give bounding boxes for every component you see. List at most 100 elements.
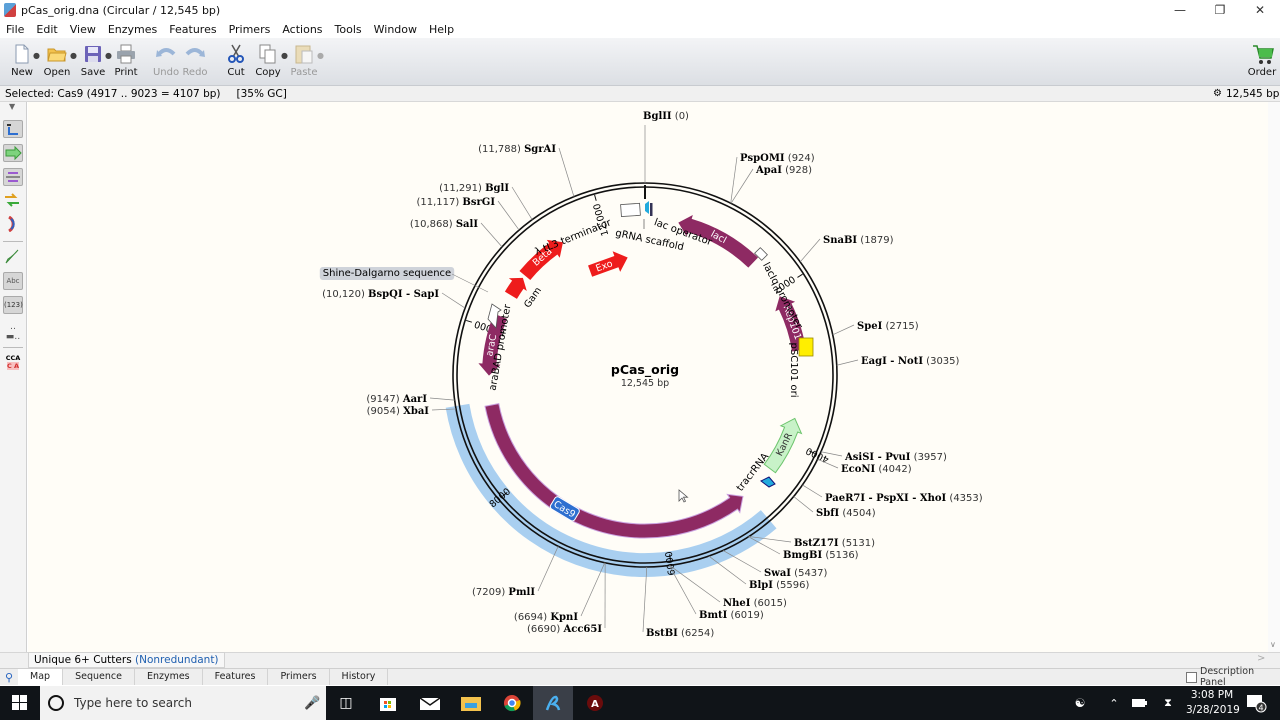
scroll-right-icon[interactable]: > xyxy=(1257,653,1265,664)
enzyme-site-bstbi[interactable]: BstBI (6254) xyxy=(642,566,714,639)
close-button[interactable]: ✕ xyxy=(1240,0,1280,20)
redo-button[interactable]: Redo xyxy=(177,42,213,84)
save-button[interactable]: Save xyxy=(75,42,111,84)
enzyme-site-asisi-pvui[interactable]: AsiSI - PvuI (3957) xyxy=(820,451,947,463)
gear-icon[interactable]: ⚙ xyxy=(1213,88,1222,99)
enzyme-site-acc65i[interactable]: (6690) Acc65I xyxy=(527,562,606,635)
selection-info: Selected: Cas9 (4917 .. 9023 = 4107 bp) xyxy=(5,87,221,100)
enzyme-site-eagi-noti[interactable]: EagI - NotI (3035) xyxy=(836,356,960,367)
tracrrna-feature[interactable] xyxy=(760,476,776,488)
enzyme-site-apai[interactable]: ApaI (928) xyxy=(730,165,812,204)
system-clock[interactable]: 3:08 PM 3/28/2019 xyxy=(1186,688,1240,718)
line-style-icon[interactable]: ‥▬‥ xyxy=(3,322,23,342)
store-icon[interactable] xyxy=(368,686,408,720)
menu-enzymes[interactable]: Enzymes xyxy=(102,23,163,36)
text-abc-icon[interactable]: Abc xyxy=(3,272,23,290)
menu-help[interactable]: Help xyxy=(423,23,460,36)
menu-features[interactable]: Features xyxy=(163,23,222,36)
feature-exo[interactable]: Exo xyxy=(586,247,631,281)
enzyme-icon[interactable] xyxy=(3,168,23,186)
enzyme-site-bglii[interactable]: BglII (0) xyxy=(643,111,689,183)
restore-button[interactable]: ❐ xyxy=(1200,0,1240,20)
enzyme-label: EcoNI (4042) xyxy=(841,464,912,475)
enzyme-position: (4353) xyxy=(946,493,983,504)
microphone-icon[interactable]: 🎤 xyxy=(304,696,320,711)
paste-button[interactable]: Paste xyxy=(286,42,322,84)
grna-scaffold-feature[interactable] xyxy=(650,203,653,216)
feature-label: lacIq promoter xyxy=(760,261,805,332)
ruler-tick xyxy=(594,194,597,201)
snapgene-taskbar-icon[interactable] xyxy=(533,686,573,720)
description-panel-checkbox[interactable] xyxy=(1186,672,1197,683)
tab-history[interactable]: History xyxy=(330,669,389,685)
print-button[interactable]: Print xyxy=(108,42,144,84)
tab-map[interactable]: Map xyxy=(18,669,64,685)
enzyme-name: AsiSI - PvuI xyxy=(844,452,911,463)
minimize-button[interactable]: — xyxy=(1160,0,1200,20)
notifications-icon[interactable]: 4 xyxy=(1236,686,1276,720)
cut-button[interactable]: Cut xyxy=(218,42,254,84)
windows-start-icon[interactable] xyxy=(0,686,40,720)
tab-sequence[interactable]: Sequence xyxy=(63,669,135,685)
app-a-icon[interactable]: A xyxy=(575,686,615,720)
chrome-icon[interactable] xyxy=(492,686,532,720)
feature-gam[interactable] xyxy=(504,277,527,299)
enzyme-site-paer7i-pspxi-xhoi[interactable]: PaeR7I - PspXI - XhoI (4353) xyxy=(802,484,983,504)
tab-enzymes[interactable]: Enzymes xyxy=(135,669,203,685)
menu-tools[interactable]: Tools xyxy=(329,23,368,36)
menu-window[interactable]: Window xyxy=(368,23,423,36)
wifi-icon[interactable]: ⧗ xyxy=(1148,686,1188,720)
enzyme-site-spei[interactable]: SpeI (2715) xyxy=(832,321,919,336)
enzyme-set-selector[interactable]: Unique 6+ Cutters (Nonredundant) xyxy=(28,652,225,668)
arc-icon[interactable] xyxy=(3,215,23,234)
menu-primers[interactable]: Primers xyxy=(223,23,277,36)
lac-operator-feature[interactable] xyxy=(645,201,649,214)
copy-button[interactable]: Copy xyxy=(250,42,286,84)
enzyme-position: (9054) xyxy=(367,406,403,417)
new-button[interactable]: New xyxy=(4,42,40,84)
plasmid-map-svg[interactable]: 200040006000800010,00012,000 lacIRep101K… xyxy=(28,102,1268,652)
enzyme-site-bmti[interactable]: BmtI (6019) xyxy=(669,565,764,621)
menu-view[interactable]: View xyxy=(64,23,102,36)
plasmid-map-canvas[interactable]: 200040006000800010,00012,000 lacIRep101K… xyxy=(28,102,1268,652)
mail-icon[interactable] xyxy=(410,686,450,720)
enzyme-site-snabi[interactable]: SnaBI (1879) xyxy=(799,235,894,263)
enzyme-name: BlpI xyxy=(749,580,773,591)
order-button[interactable]: Order xyxy=(1244,42,1280,84)
search-icon[interactable]: ⚲ xyxy=(0,671,18,684)
menu-file[interactable]: File xyxy=(0,23,30,36)
enzyme-label: (11,291) BglI xyxy=(439,183,509,194)
feature-arrow-icon[interactable] xyxy=(3,144,23,162)
paste-dropdown[interactable]: ● xyxy=(317,51,324,60)
cca-sequence-icon[interactable]: CCA C A xyxy=(3,354,23,372)
enzyme-site-xbai[interactable]: (9054) XbaI xyxy=(367,406,457,417)
tab-primers[interactable]: Primers xyxy=(268,669,330,685)
scroll-down-icon[interactable]: ∨ xyxy=(1270,640,1276,649)
open-button[interactable]: Open xyxy=(39,42,75,84)
feather-icon[interactable] xyxy=(3,248,23,266)
shine-dalgarno-label[interactable]: Shine-Dalgarno sequence xyxy=(323,268,451,279)
enzyme-site-aari[interactable]: (9147) AarI xyxy=(366,394,455,405)
cut-site-line xyxy=(537,546,559,592)
enzyme-label: AsiSI - PvuI (3957) xyxy=(844,452,947,463)
vertical-scrollbar[interactable]: ∨ xyxy=(1268,102,1280,652)
enzyme-site-pspomi[interactable]: PspOMI (924) xyxy=(730,153,815,204)
collapse-chevron-icon[interactable]: ▼ xyxy=(9,102,15,111)
menu-actions[interactable]: Actions xyxy=(276,23,328,36)
menu-edit[interactable]: Edit xyxy=(30,23,63,36)
tab-features[interactable]: Features xyxy=(203,669,269,685)
psc101-ori-feature[interactable] xyxy=(798,337,814,357)
sequence-view-icon[interactable] xyxy=(3,120,23,138)
task-view-icon[interactable]: ◫ xyxy=(326,686,366,720)
enzyme-name: SalI xyxy=(456,219,479,230)
terminator-box[interactable] xyxy=(620,202,641,218)
file-explorer-icon[interactable] xyxy=(451,686,491,720)
primer-icon[interactable] xyxy=(3,192,23,210)
enzyme-position: (4042) xyxy=(875,464,912,475)
taskbar-search-input[interactable]: Type here to search 🎤 xyxy=(40,686,326,720)
enzyme-site-bspqi-sapi[interactable]: (10,120) BspQI - SapI xyxy=(322,289,466,309)
enzyme-site-pmli[interactable]: (7209) PmlI xyxy=(472,546,559,598)
feature-label: tracrRNA xyxy=(735,451,771,493)
numbers-123-icon[interactable]: (123) xyxy=(3,296,23,314)
enzyme-site-sali[interactable]: (10,868) SalI xyxy=(410,219,503,248)
